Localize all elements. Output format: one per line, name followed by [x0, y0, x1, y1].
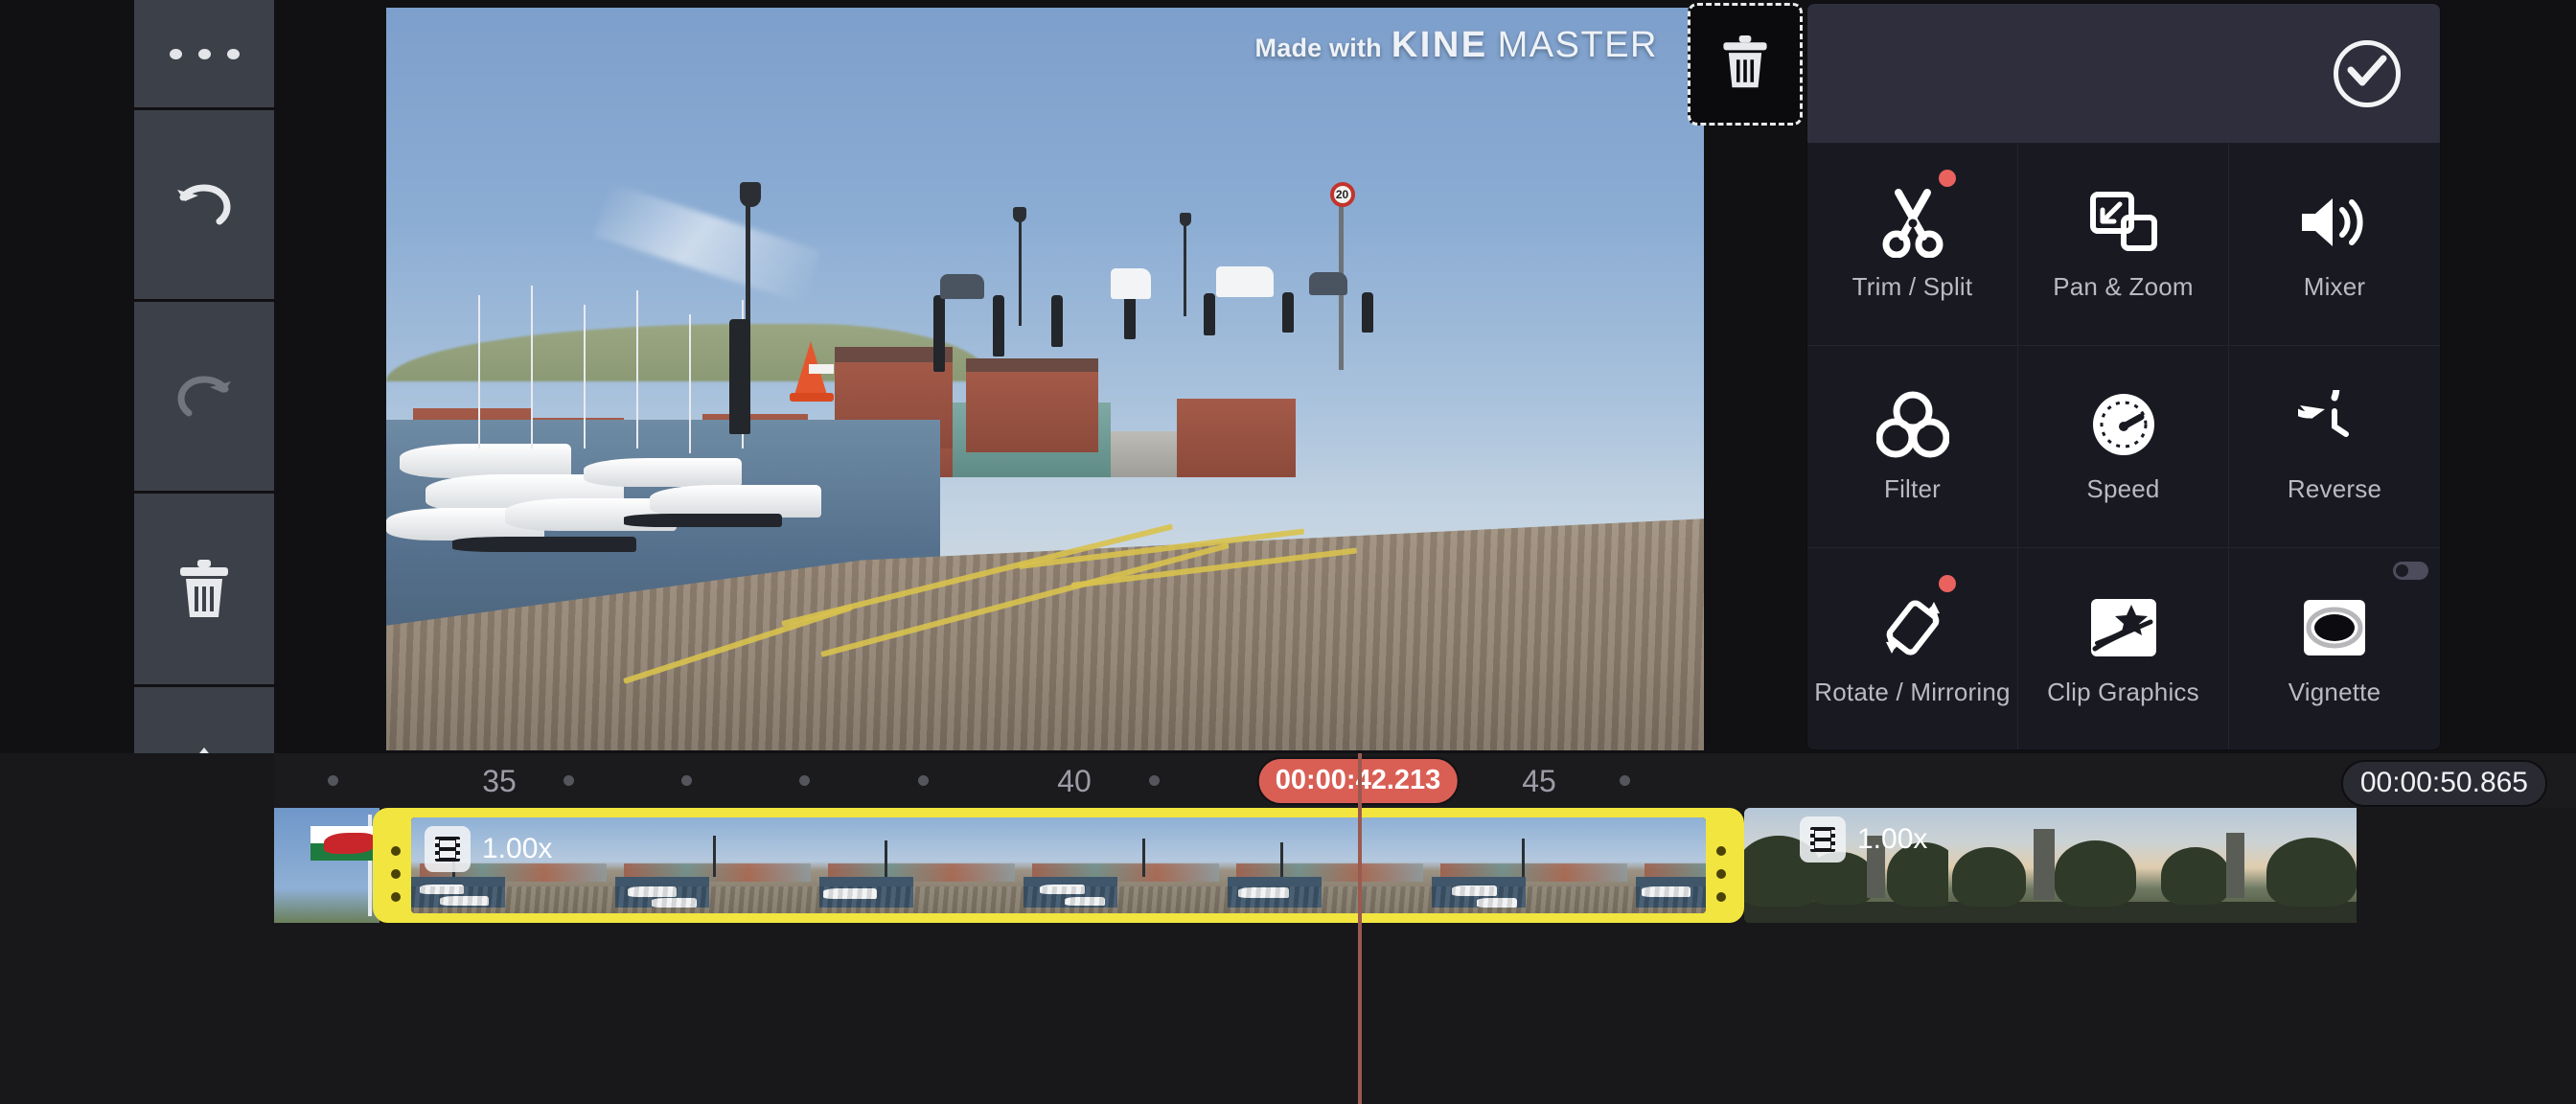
list-item[interactable]: 1.00x: [1744, 808, 2377, 923]
tool-label: Speed: [2086, 474, 2160, 504]
trash-icon: [174, 558, 234, 621]
sidebar-item-redo[interactable]: [134, 302, 274, 491]
clip-thumbnail: [1432, 817, 1636, 913]
speed-limit-value: 20: [1335, 188, 1349, 201]
tool-trim-split[interactable]: Trim / Split: [1807, 143, 2018, 346]
three-dots-icon: [169, 48, 240, 59]
panel-header: [1807, 4, 2440, 143]
kinemaster-editor: 20 Made with KINE MASTER Trim / Split Pa…: [0, 0, 2576, 1104]
tool-label: Trim / Split: [1852, 271, 1973, 301]
ruler-label-35: 35: [482, 764, 517, 798]
clock-rewind-icon: [2298, 388, 2371, 461]
tool-label: Clip Graphics: [2047, 678, 2199, 707]
speed-limit-sign: 20: [1329, 182, 1355, 207]
scissors-icon: [1879, 186, 1946, 259]
list-item[interactable]: [274, 808, 380, 923]
clip-options-panel: Trim / Split Pan & Zoom Mixer Filter Spe…: [1806, 3, 2441, 750]
clip-thumbnail: [1636, 817, 1706, 913]
tool-label: Rotate / Mirroring: [1814, 678, 2011, 707]
clip-speed-badge: 1.00x: [1800, 816, 1927, 862]
sidebar-item-undo[interactable]: [134, 110, 274, 299]
ruler-label-40: 40: [1057, 764, 1092, 798]
tool-speed[interactable]: Speed: [2018, 345, 2229, 549]
clip-thumbnail: [1024, 817, 1228, 913]
check-circle-icon: [2347, 55, 2387, 92]
star-swoosh-icon: [2089, 591, 2158, 664]
film-strip-icon: [1800, 816, 1846, 862]
trash-icon: [1718, 33, 1772, 97]
video-preview[interactable]: 20 Made with KINE MASTER: [386, 8, 1704, 750]
tool-mixer[interactable]: Mixer: [2229, 143, 2440, 346]
tool-grid: Trim / Split Pan & Zoom Mixer Filter Spe…: [1807, 143, 2440, 749]
confirm-button[interactable]: [2334, 39, 2401, 107]
clip-thumbnail: [615, 817, 819, 913]
tool-reverse[interactable]: Reverse: [2229, 345, 2440, 549]
rotate-mirror-icon: [1876, 591, 1949, 664]
sidebar-item-delete[interactable]: [134, 494, 274, 684]
trash-drop-target[interactable]: [1688, 3, 1803, 126]
sidebar-item-more-options[interactable]: [134, 0, 274, 107]
clip-speed-value: 1.00x: [482, 833, 553, 864]
tool-label: Mixer: [2303, 271, 2366, 301]
tool-clip-graphics[interactable]: Clip Graphics: [2018, 548, 2229, 749]
timeline-ruler[interactable]: 35 40 45 00:00:42.213 00:00:50.865: [274, 753, 2576, 808]
tool-label: Reverse: [2287, 474, 2382, 504]
clip-speed-value: 1.00x: [1857, 823, 1928, 855]
tool-label: Filter: [1884, 474, 1941, 504]
color-circles-icon: [1875, 388, 1949, 461]
new-badge-dot: [1939, 170, 1956, 187]
vignette-icon: [2302, 591, 2367, 664]
clip-thumbnail-strip: [411, 817, 1706, 913]
clip-thumbnail: [819, 817, 1024, 913]
clip-thumbnail: [1228, 817, 1432, 913]
selected-clip[interactable]: 1.00x: [373, 808, 1744, 923]
tool-label: Vignette: [2288, 678, 2381, 707]
total-duration: 00:00:50.865: [2340, 760, 2547, 807]
speedometer-icon: [2089, 388, 2158, 461]
speaker-volume-icon: [2296, 186, 2373, 259]
timeline[interactable]: 35 40 45 00:00:42.213 00:00:50.865: [0, 753, 2576, 1104]
tool-rotate-mirroring[interactable]: Rotate / Mirroring: [1807, 548, 2018, 749]
playhead[interactable]: [1358, 753, 1362, 1104]
undo-icon: [170, 174, 239, 236]
vignette-toggle[interactable]: [2393, 562, 2428, 581]
tool-filter[interactable]: Filter: [1807, 345, 2018, 549]
tool-vignette[interactable]: Vignette: [2229, 548, 2440, 749]
new-badge-dot: [1939, 575, 1956, 593]
video-track[interactable]: 1.00x 1.00x: [0, 808, 2576, 923]
film-strip-icon: [425, 826, 471, 872]
clip-thumbnail: [1948, 808, 2152, 923]
redo-icon: [170, 366, 239, 427]
tool-pan-zoom[interactable]: Pan & Zoom: [2018, 143, 2229, 346]
tool-label: Pan & Zoom: [2053, 271, 2194, 301]
clip-trim-handle-left[interactable]: [391, 846, 401, 913]
pan-zoom-icon: [2089, 186, 2158, 259]
clip-speed-badge: 1.00x: [425, 826, 552, 872]
clip-thumbnail: [274, 808, 380, 923]
clip-trim-handle-right[interactable]: [1716, 846, 1726, 913]
clip-thumbnail: [2152, 808, 2357, 923]
ruler-label-45: 45: [1522, 764, 1556, 798]
